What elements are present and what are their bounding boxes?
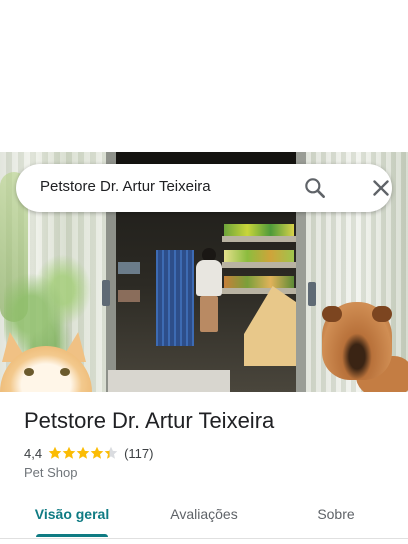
blank-header-area	[0, 0, 408, 152]
place-title: Petstore Dr. Artur Teixeira	[24, 408, 275, 433]
rating-row[interactable]: 4,4 (117)	[24, 444, 153, 462]
door-handle	[308, 282, 316, 306]
star-icon	[48, 446, 62, 459]
person-figure	[194, 248, 224, 332]
star-icon	[76, 446, 90, 459]
door-handle	[102, 280, 110, 306]
star-icon	[90, 446, 104, 459]
pet-cage	[156, 250, 194, 346]
search-icon[interactable]	[302, 175, 328, 201]
tab-overview[interactable]: Visão geral	[24, 494, 120, 534]
close-icon[interactable]	[368, 175, 394, 201]
star-icon	[104, 446, 118, 459]
tab-reviews[interactable]: Avaliações	[154, 494, 254, 534]
active-tab-indicator	[36, 534, 108, 537]
search-bar[interactable]: Petstore Dr. Artur Teixeira	[16, 164, 392, 212]
cat-decal	[0, 332, 94, 392]
tab-bar: Visão geral Avaliações Sobre	[0, 494, 408, 539]
search-input[interactable]: Petstore Dr. Artur Teixeira	[40, 178, 211, 195]
review-count[interactable]: (117)	[124, 446, 153, 461]
tab-about[interactable]: Sobre	[296, 494, 376, 534]
rating-value: 4,4	[24, 445, 43, 461]
dog-decal	[322, 302, 408, 392]
rating-stars	[48, 446, 118, 460]
star-icon	[62, 446, 76, 459]
place-category: Pet Shop	[24, 465, 78, 480]
